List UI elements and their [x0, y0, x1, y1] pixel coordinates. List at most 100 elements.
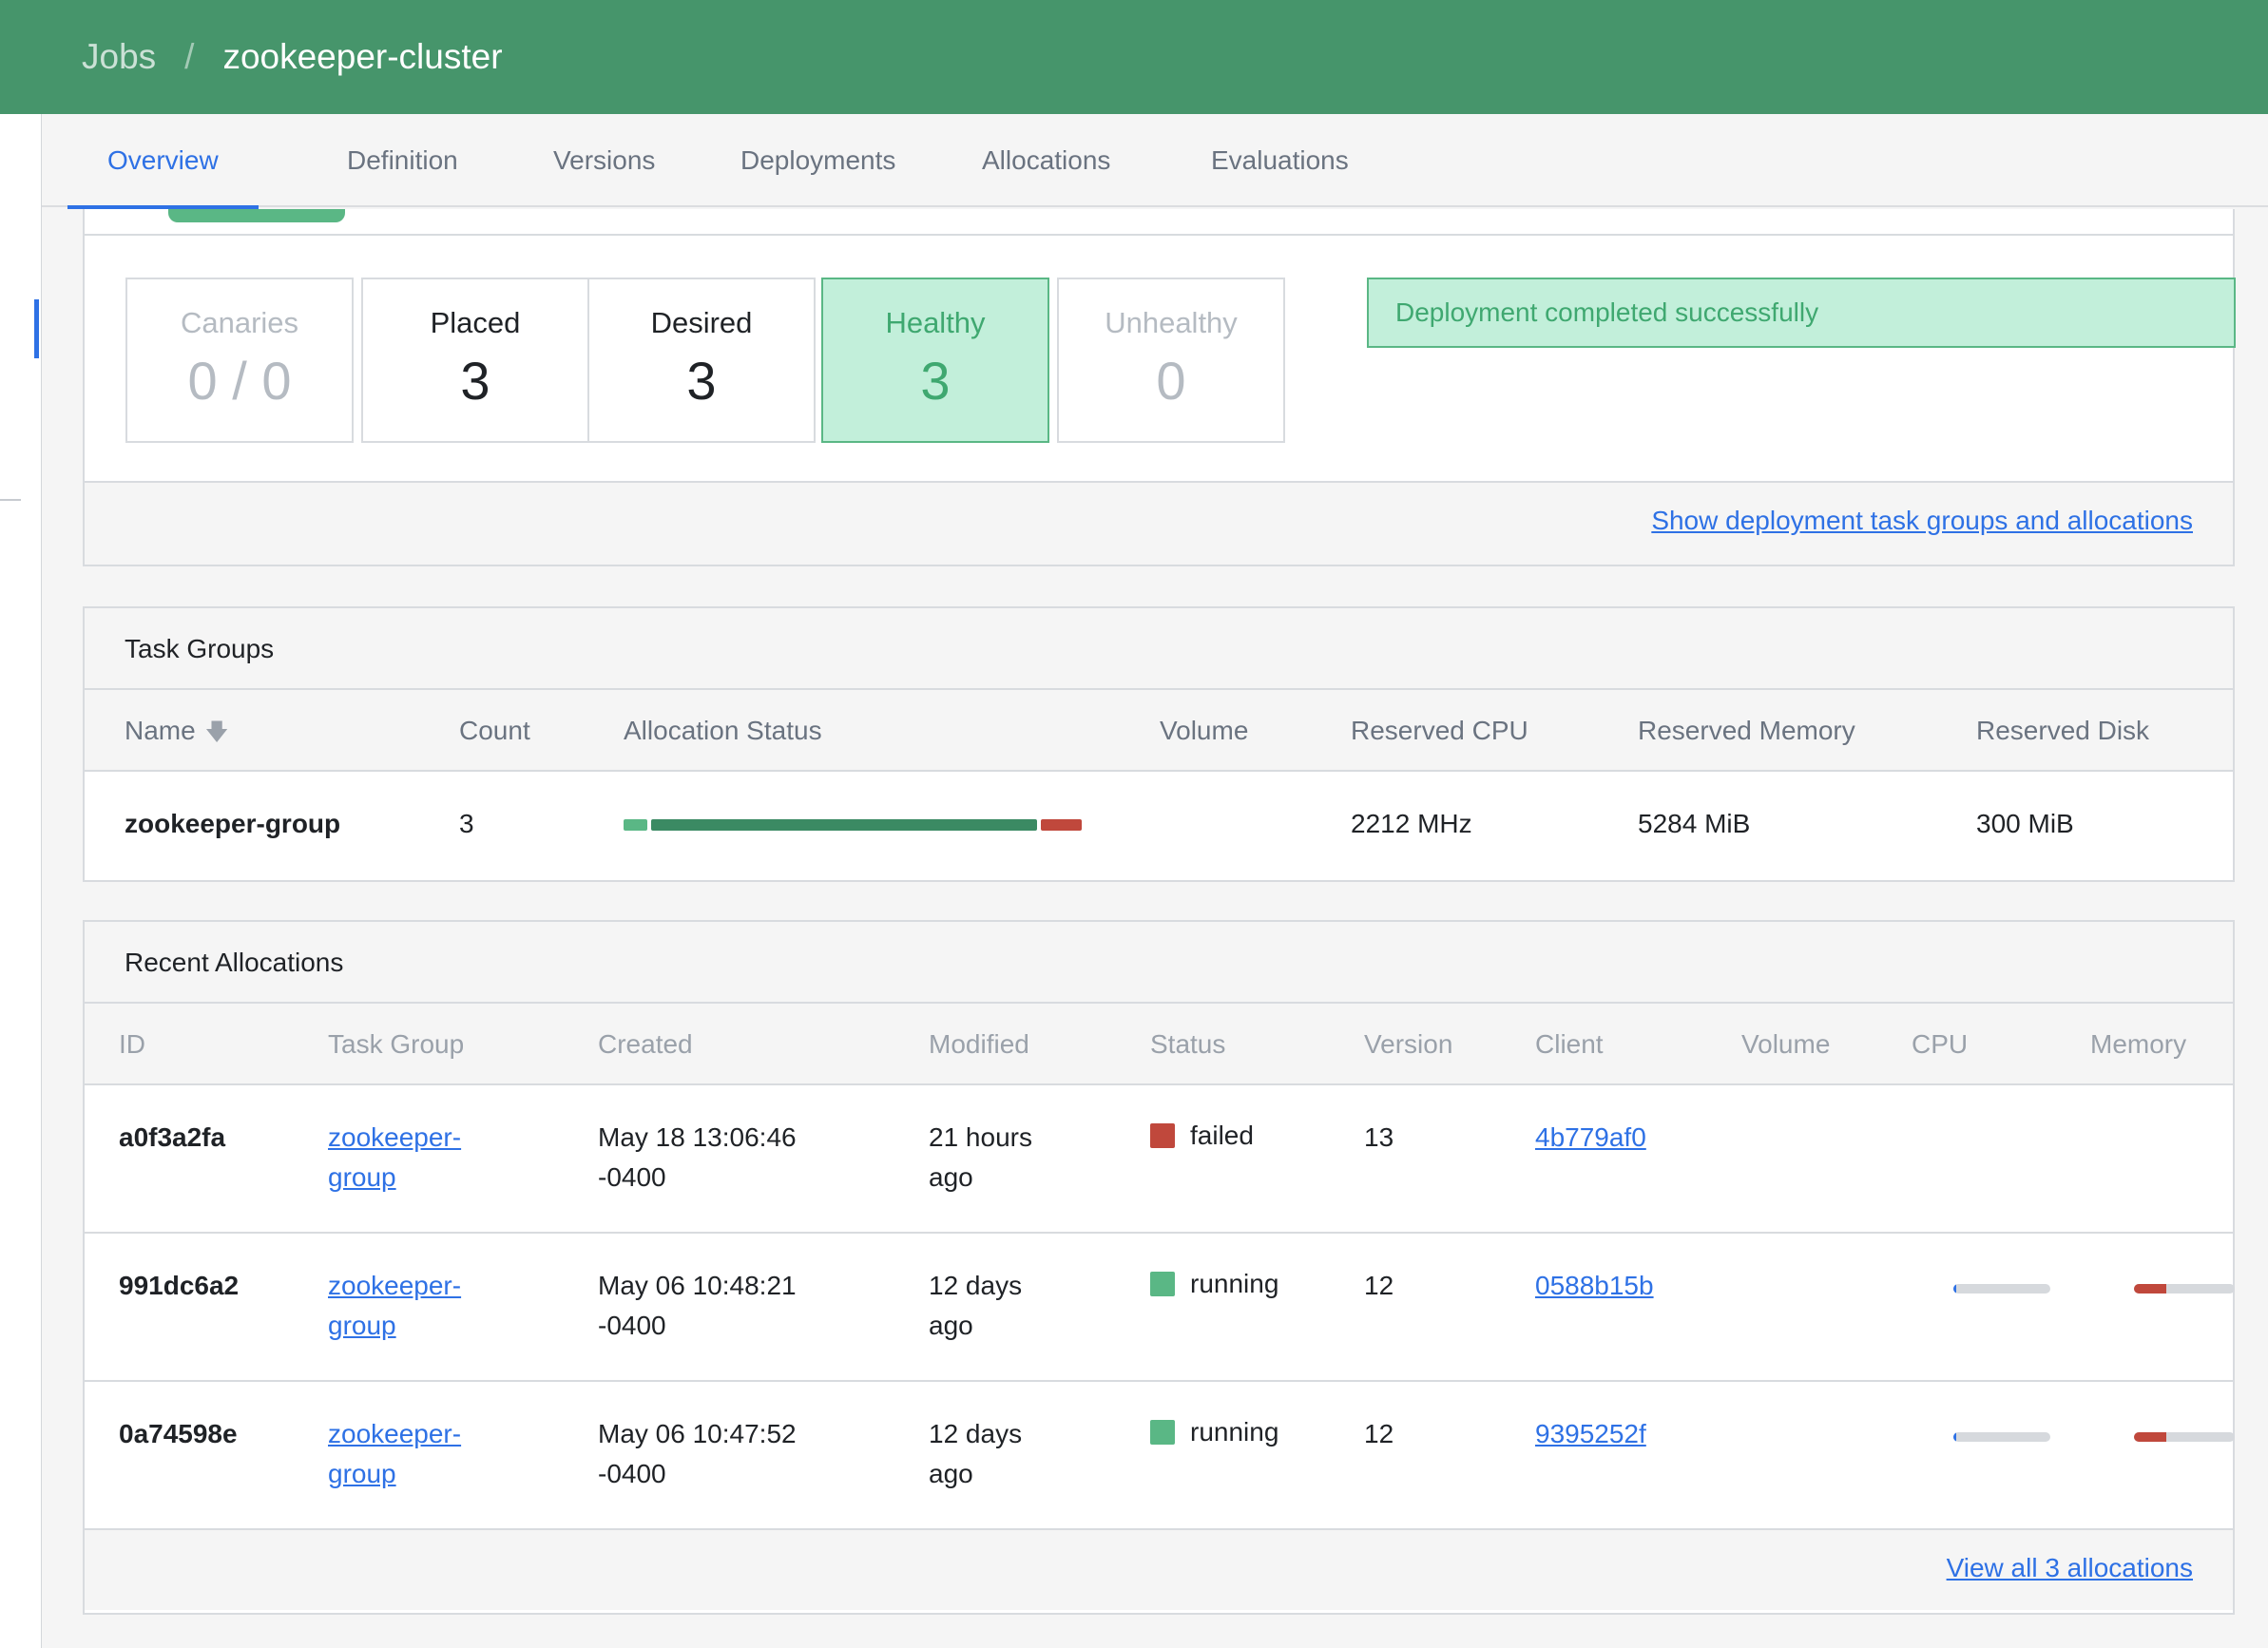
tab-deployments[interactable]: Deployments [701, 114, 935, 207]
recent-allocations-title: Recent Allocations [85, 922, 2233, 1004]
breadcrumb-jobs-link[interactable]: Jobs [82, 37, 156, 77]
th-memory: Memory [2090, 1029, 2187, 1059]
recent-allocations-footer: View all 3 allocations [85, 1530, 2233, 1610]
stat-canaries-value: 0 / 0 [187, 351, 292, 411]
th-task-group[interactable]: Task Group [328, 1004, 464, 1085]
th-created[interactable]: Created [598, 1004, 693, 1085]
th-name-label: Name [125, 716, 196, 745]
stat-desired: Desired 3 [587, 278, 816, 443]
memory-usage-fill [2134, 1284, 2166, 1293]
cpu-usage-fill [1953, 1432, 1956, 1442]
allocation-client[interactable]: 9395252f [1535, 1414, 1646, 1454]
cpu-usage-fill [1953, 1284, 1956, 1293]
allocation-client[interactable]: 0588b15b [1535, 1266, 1654, 1306]
tab-versions[interactable]: Versions [513, 114, 695, 207]
card-divider [83, 234, 2235, 236]
th-reserved-memory[interactable]: Reserved Memory [1638, 690, 1855, 772]
th-cpu: CPU [1912, 1029, 1969, 1059]
task-group-link-line1[interactable]: zookeeper- [328, 1271, 461, 1300]
task-group-link-line2[interactable]: group [328, 1459, 396, 1488]
th-version[interactable]: Version [1364, 1004, 1452, 1085]
sort-down-arrow-icon[interactable]: 🡇 [205, 692, 229, 774]
status-failed-icon [1150, 1123, 1175, 1148]
allocation-id[interactable]: a0f3a2fa [119, 1118, 225, 1158]
created-line2: -0400 [598, 1162, 666, 1192]
task-group-link-line2[interactable]: group [328, 1162, 396, 1192]
allocation-status-bar[interactable] [624, 819, 1082, 831]
task-group-reserved-cpu: 2212 MHz [1351, 809, 1472, 838]
content-scroll[interactable]: Canaries 0 / 0 Placed 3 Desired 3 Health… [42, 209, 2268, 1648]
table-row[interactable]: 0a74598e zookeeper-group May 06 10:47:52… [85, 1382, 2235, 1530]
rail-divider [0, 499, 21, 501]
allocation-segment-failed[interactable] [1041, 819, 1082, 831]
stat-placed-label: Placed [430, 306, 521, 339]
tab-definition[interactable]: Definition [307, 114, 498, 207]
stat-healthy-value: 3 [920, 351, 951, 411]
th-id[interactable]: ID [119, 1004, 145, 1085]
task-group-reserved-disk: 300 MiB [1976, 809, 2074, 838]
job-tabs: Overview Definition Versions Deployments… [42, 114, 2268, 209]
memory-usage-meter[interactable] [2134, 1432, 2235, 1442]
th-name[interactable]: Name 🡇 [125, 690, 228, 774]
th-reserved-disk[interactable]: Reserved Disk [1976, 690, 2149, 772]
view-all-allocations-link[interactable]: View all 3 allocations [1947, 1553, 2193, 1583]
modified-line2: ago [929, 1459, 973, 1488]
tab-overview[interactable]: Overview [67, 114, 259, 209]
th-status[interactable]: Status [1150, 1004, 1225, 1085]
modified-line1: 12 days [929, 1419, 1023, 1448]
status-label: running [1190, 1269, 1279, 1298]
allocation-task-group-link[interactable]: zookeeper-group [328, 1266, 461, 1346]
stat-canaries: Canaries 0 / 0 [125, 278, 354, 443]
rail-active-marker [34, 299, 39, 358]
allocation-client[interactable]: 4b779af0 [1535, 1118, 1646, 1158]
task-group-link-line1[interactable]: zookeeper- [328, 1419, 461, 1448]
th-reserved-cpu[interactable]: Reserved CPU [1351, 690, 1528, 772]
client-link[interactable]: 9395252f [1535, 1419, 1646, 1448]
allocation-task-group-link[interactable]: zookeeper-group [328, 1118, 461, 1198]
left-rail [0, 114, 42, 1648]
task-group-link-line1[interactable]: zookeeper- [328, 1122, 461, 1152]
task-group-link-line2[interactable]: group [328, 1311, 396, 1340]
allocation-modified: 12 days ago [929, 1266, 1022, 1346]
allocation-task-group-link[interactable]: zookeeper-group [328, 1414, 461, 1494]
top-bar: Jobs / zookeeper-cluster [0, 0, 2268, 114]
cpu-usage-meter[interactable] [1953, 1284, 2050, 1293]
breadcrumb-current-job: zookeeper-cluster [222, 37, 503, 76]
modified-line2: ago [929, 1311, 973, 1340]
table-row[interactable]: zookeeper-group 3 2212 MHz 5284 MiB 300 … [85, 772, 2233, 878]
stat-healthy-label: Healthy [885, 306, 986, 339]
tab-evaluations[interactable]: Evaluations [1171, 114, 1389, 207]
allocation-status: failed [1150, 1116, 1254, 1156]
stat-desired-label: Desired [650, 306, 753, 339]
th-modified[interactable]: Modified [929, 1004, 1029, 1085]
cpu-usage-meter[interactable] [1953, 1432, 2050, 1442]
allocation-id[interactable]: 0a74598e [119, 1414, 238, 1454]
th-count[interactable]: Count [459, 690, 530, 772]
allocation-segment-starting[interactable] [624, 819, 647, 831]
created-line1: May 06 10:47:52 [598, 1419, 797, 1448]
status-running-icon [1150, 1420, 1175, 1445]
table-row[interactable]: a0f3a2fa zookeeper-group May 18 13:06:46… [85, 1085, 2233, 1234]
client-link[interactable]: 4b779af0 [1535, 1122, 1646, 1152]
task-groups-header-row: Name 🡇 Count Allocation Status Volume Res… [85, 690, 2233, 772]
th-client[interactable]: Client [1535, 1004, 1604, 1085]
deployment-status-badge [168, 209, 345, 222]
allocation-id[interactable]: 991dc6a2 [119, 1266, 239, 1306]
stat-unhealthy-label: Unhealthy [1105, 306, 1238, 339]
tab-allocations[interactable]: Allocations [942, 114, 1150, 207]
task-group-count: 3 [459, 809, 474, 838]
created-line2: -0400 [598, 1459, 666, 1488]
recent-allocations-card: Recent Allocations ID Task Group Created… [83, 920, 2235, 1615]
show-deployment-allocations-link[interactable]: Show deployment task groups and allocati… [1651, 506, 2193, 536]
memory-usage-meter[interactable] [2134, 1284, 2235, 1293]
modified-line1: 21 hours [929, 1122, 1032, 1152]
allocation-segment-running[interactable] [651, 819, 1037, 831]
client-link[interactable]: 0588b15b [1535, 1271, 1654, 1300]
stat-desired-value: 3 [686, 351, 717, 411]
created-line1: May 06 10:48:21 [598, 1271, 797, 1300]
allocation-version: 12 [1364, 1419, 1394, 1448]
allocation-version: 12 [1364, 1271, 1394, 1300]
created-line1: May 18 13:06:46 [598, 1122, 797, 1152]
table-row[interactable]: 991dc6a2 zookeeper-group May 06 10:48:21… [85, 1234, 2235, 1382]
allocation-status: running [1150, 1264, 1278, 1304]
